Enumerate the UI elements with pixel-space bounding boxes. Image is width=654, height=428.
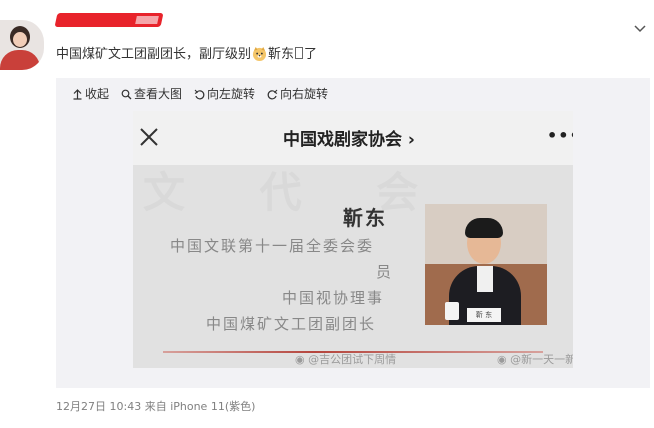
chevron-down-icon[interactable] [633, 22, 647, 36]
collapse-button[interactable]: 收起 [72, 86, 109, 102]
portrait-nameplate: 靳 东 [467, 308, 501, 322]
rotate-left-icon [194, 89, 205, 99]
weibo-logo-icon: ◉ [497, 353, 507, 366]
image-toolbar: 收起 查看大图 向左旋转 向右旋转 [72, 86, 340, 102]
post-text: 中国煤矿文工团副团长，副厅级别 靳东了 [56, 46, 317, 64]
image-header-title-text: 中国戏剧家协会 [283, 130, 402, 150]
post-text-main: 中国煤矿文工团副团长，副厅级别 [56, 47, 252, 62]
post-image[interactable]: 中国戏剧家协会 › ••• 文 代 会 靳东 中国文联第十一届全委会委 员 中国… [133, 111, 573, 368]
media-panel: 收起 查看大图 向左旋转 向右旋转 中国戏剧家协会 › ••• 文 代 会 靳东… [56, 78, 650, 388]
rotate-right-button[interactable]: 向右旋转 [267, 86, 328, 102]
post-source: 来自 iPhone 11(紫色) [144, 400, 256, 413]
image-header-title: 中国戏剧家协会 › [283, 125, 415, 150]
post-meta: 12月27日 10:43 来自 iPhone 11(紫色) [56, 398, 255, 414]
portrait-photo: 靳 东 [425, 204, 547, 325]
weibo-watermark-2: ◉ @新一天一新 [497, 351, 573, 367]
role-line-3: 中国视协理事 [282, 289, 385, 307]
post-text-name: 靳东 [268, 47, 295, 62]
portrait-shirt [477, 266, 493, 292]
search-icon [121, 89, 132, 99]
avatar-face [13, 32, 27, 47]
weibo-watermark-1: ◉ @吉公团试下周情 [295, 351, 396, 367]
image-app-header: 中国戏剧家协会 › ••• [133, 111, 573, 165]
post-text-end: 了 [304, 47, 318, 62]
rotate-right-label: 向右旋转 [280, 87, 329, 101]
post-timestamp[interactable]: 12月27日 10:43 [56, 400, 141, 413]
doge-emoji-icon [252, 46, 267, 61]
weibo-logo-icon: ◉ [295, 353, 305, 366]
missing-glyph-box [295, 47, 304, 59]
role-line-4: 中国煤矿文工团副团长 [206, 315, 377, 333]
portrait-cup [445, 302, 459, 320]
rotate-left-button[interactable]: 向左旋转 [194, 86, 255, 102]
role-line-2: 员 [376, 263, 394, 281]
rotate-left-label: 向左旋转 [207, 87, 256, 101]
weibo-watermark-1-text: @吉公团试下周情 [308, 353, 397, 366]
role-line-1: 中国文联第十一届全委会委 [170, 237, 375, 255]
avatar-body [0, 50, 40, 70]
collapse-icon [73, 88, 82, 100]
more-icon: ••• [547, 126, 573, 145]
avatar[interactable] [0, 20, 44, 70]
collapse-label: 收起 [85, 87, 110, 101]
portrait-hair [465, 218, 503, 238]
weibo-watermark-2-text: @新一天一新 [510, 353, 573, 366]
image-content: 文 代 会 靳东 中国文联第十一届全委会委 员 中国视协理事 中国煤矿文工团副团… [133, 165, 573, 368]
view-large-label: 查看大图 [134, 87, 183, 101]
rotate-right-icon [267, 89, 278, 99]
view-large-button[interactable]: 查看大图 [121, 86, 182, 102]
person-name: 靳东 [343, 206, 387, 230]
background-watermark: 文 代 会 [143, 168, 449, 217]
username-redacted[interactable] [54, 13, 164, 27]
close-icon [140, 128, 158, 146]
image-header-arrow: › [407, 130, 415, 150]
